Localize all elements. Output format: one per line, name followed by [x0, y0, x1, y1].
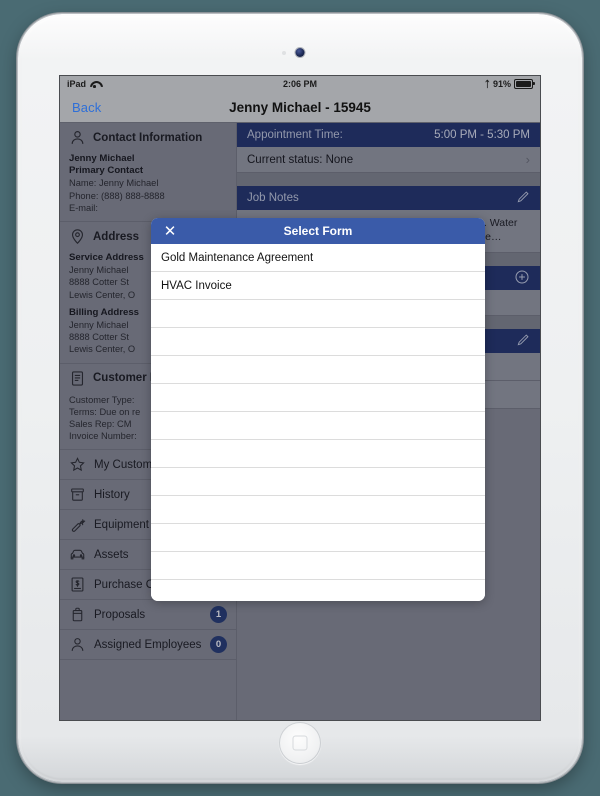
form-list-item[interactable] [151, 468, 485, 496]
form-list-item[interactable] [151, 496, 485, 524]
battery-percent-label: 91% [492, 79, 511, 89]
form-list-item[interactable] [151, 524, 485, 552]
form-list-item[interactable] [151, 356, 485, 384]
form-list-item[interactable] [151, 300, 485, 328]
form-list-item[interactable] [151, 552, 485, 580]
battery-icon [514, 79, 535, 89]
modal-title: Select Form [283, 224, 353, 238]
device-screen: iPad 2:06 PM ᛏ 91% Back Jenny Michael - … [60, 76, 540, 720]
ipad-device: iPad 2:06 PM ᛏ 91% Back Jenny Michael - … [18, 14, 582, 782]
form-list-item[interactable] [151, 412, 485, 440]
select-form-modal: ✕ Select Form Gold Maintenance Agreement… [151, 218, 485, 601]
form-list-item[interactable]: Gold Maintenance Agreement [151, 244, 485, 272]
form-list-item[interactable] [151, 328, 485, 356]
form-list-item[interactable] [151, 440, 485, 468]
form-list: Gold Maintenance Agreement HVAC Invoice [151, 244, 485, 601]
ambient-sensor [282, 51, 286, 55]
front-camera [295, 48, 305, 57]
status-bar: iPad 2:06 PM ᛏ 91% [60, 76, 540, 92]
form-list-item[interactable] [151, 384, 485, 412]
status-bar-right: ᛏ 91% [484, 78, 535, 89]
form-list-item[interactable]: HVAC Invoice [151, 272, 485, 300]
modal-header: ✕ Select Form [151, 218, 485, 244]
form-list-item[interactable] [151, 580, 485, 601]
bluetooth-icon: ᛏ [484, 78, 490, 89]
home-button[interactable] [279, 722, 321, 764]
status-bar-time: 2:06 PM [282, 79, 317, 89]
navigation-bar: Back Jenny Michael - 15945 [60, 92, 540, 123]
page-title: Jenny Michael - 15945 [229, 99, 371, 115]
